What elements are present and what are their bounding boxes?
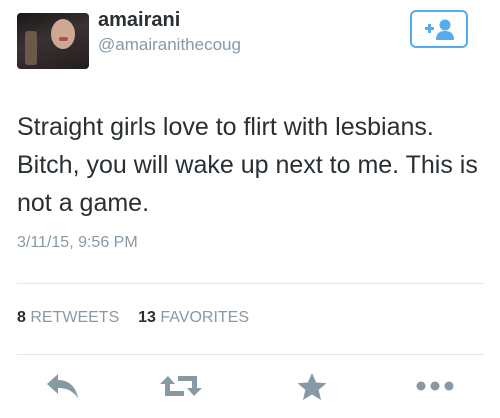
tweet-stats: 8 RETWEETS 13 FAVORITES — [17, 309, 249, 327]
retweets-label[interactable]: RETWEETS — [30, 309, 119, 326]
favorites-label[interactable]: FAVORITES — [160, 309, 249, 326]
favorite-button[interactable] — [296, 372, 328, 407]
divider-top — [17, 283, 484, 284]
avatar-face — [51, 19, 75, 49]
avatar-lips — [59, 37, 68, 41]
reply-icon — [47, 374, 78, 398]
retweet-icon — [160, 376, 202, 396]
more-dots-icon — [416, 381, 454, 391]
retweets-count[interactable]: 8 — [17, 309, 26, 326]
reply-button[interactable] — [46, 372, 80, 405]
tweet-timestamp[interactable]: 3/11/15, 9:56 PM — [17, 234, 138, 252]
more-button[interactable] — [415, 372, 455, 405]
star-icon — [297, 373, 327, 400]
avatar-bottle — [25, 31, 37, 65]
avatar[interactable] — [17, 13, 89, 69]
author-name[interactable]: amairani — [98, 9, 180, 32]
author-handle[interactable]: @amairanithecoug — [98, 35, 241, 55]
follow-plus-person-icon — [425, 19, 454, 40]
retweet-button[interactable] — [160, 372, 202, 405]
tweet-text: Straight girls love to flirt with lesbia… — [17, 113, 478, 217]
follow-button[interactable] — [410, 10, 468, 48]
divider-bottom — [17, 354, 484, 355]
favorites-count[interactable]: 13 — [138, 309, 156, 326]
